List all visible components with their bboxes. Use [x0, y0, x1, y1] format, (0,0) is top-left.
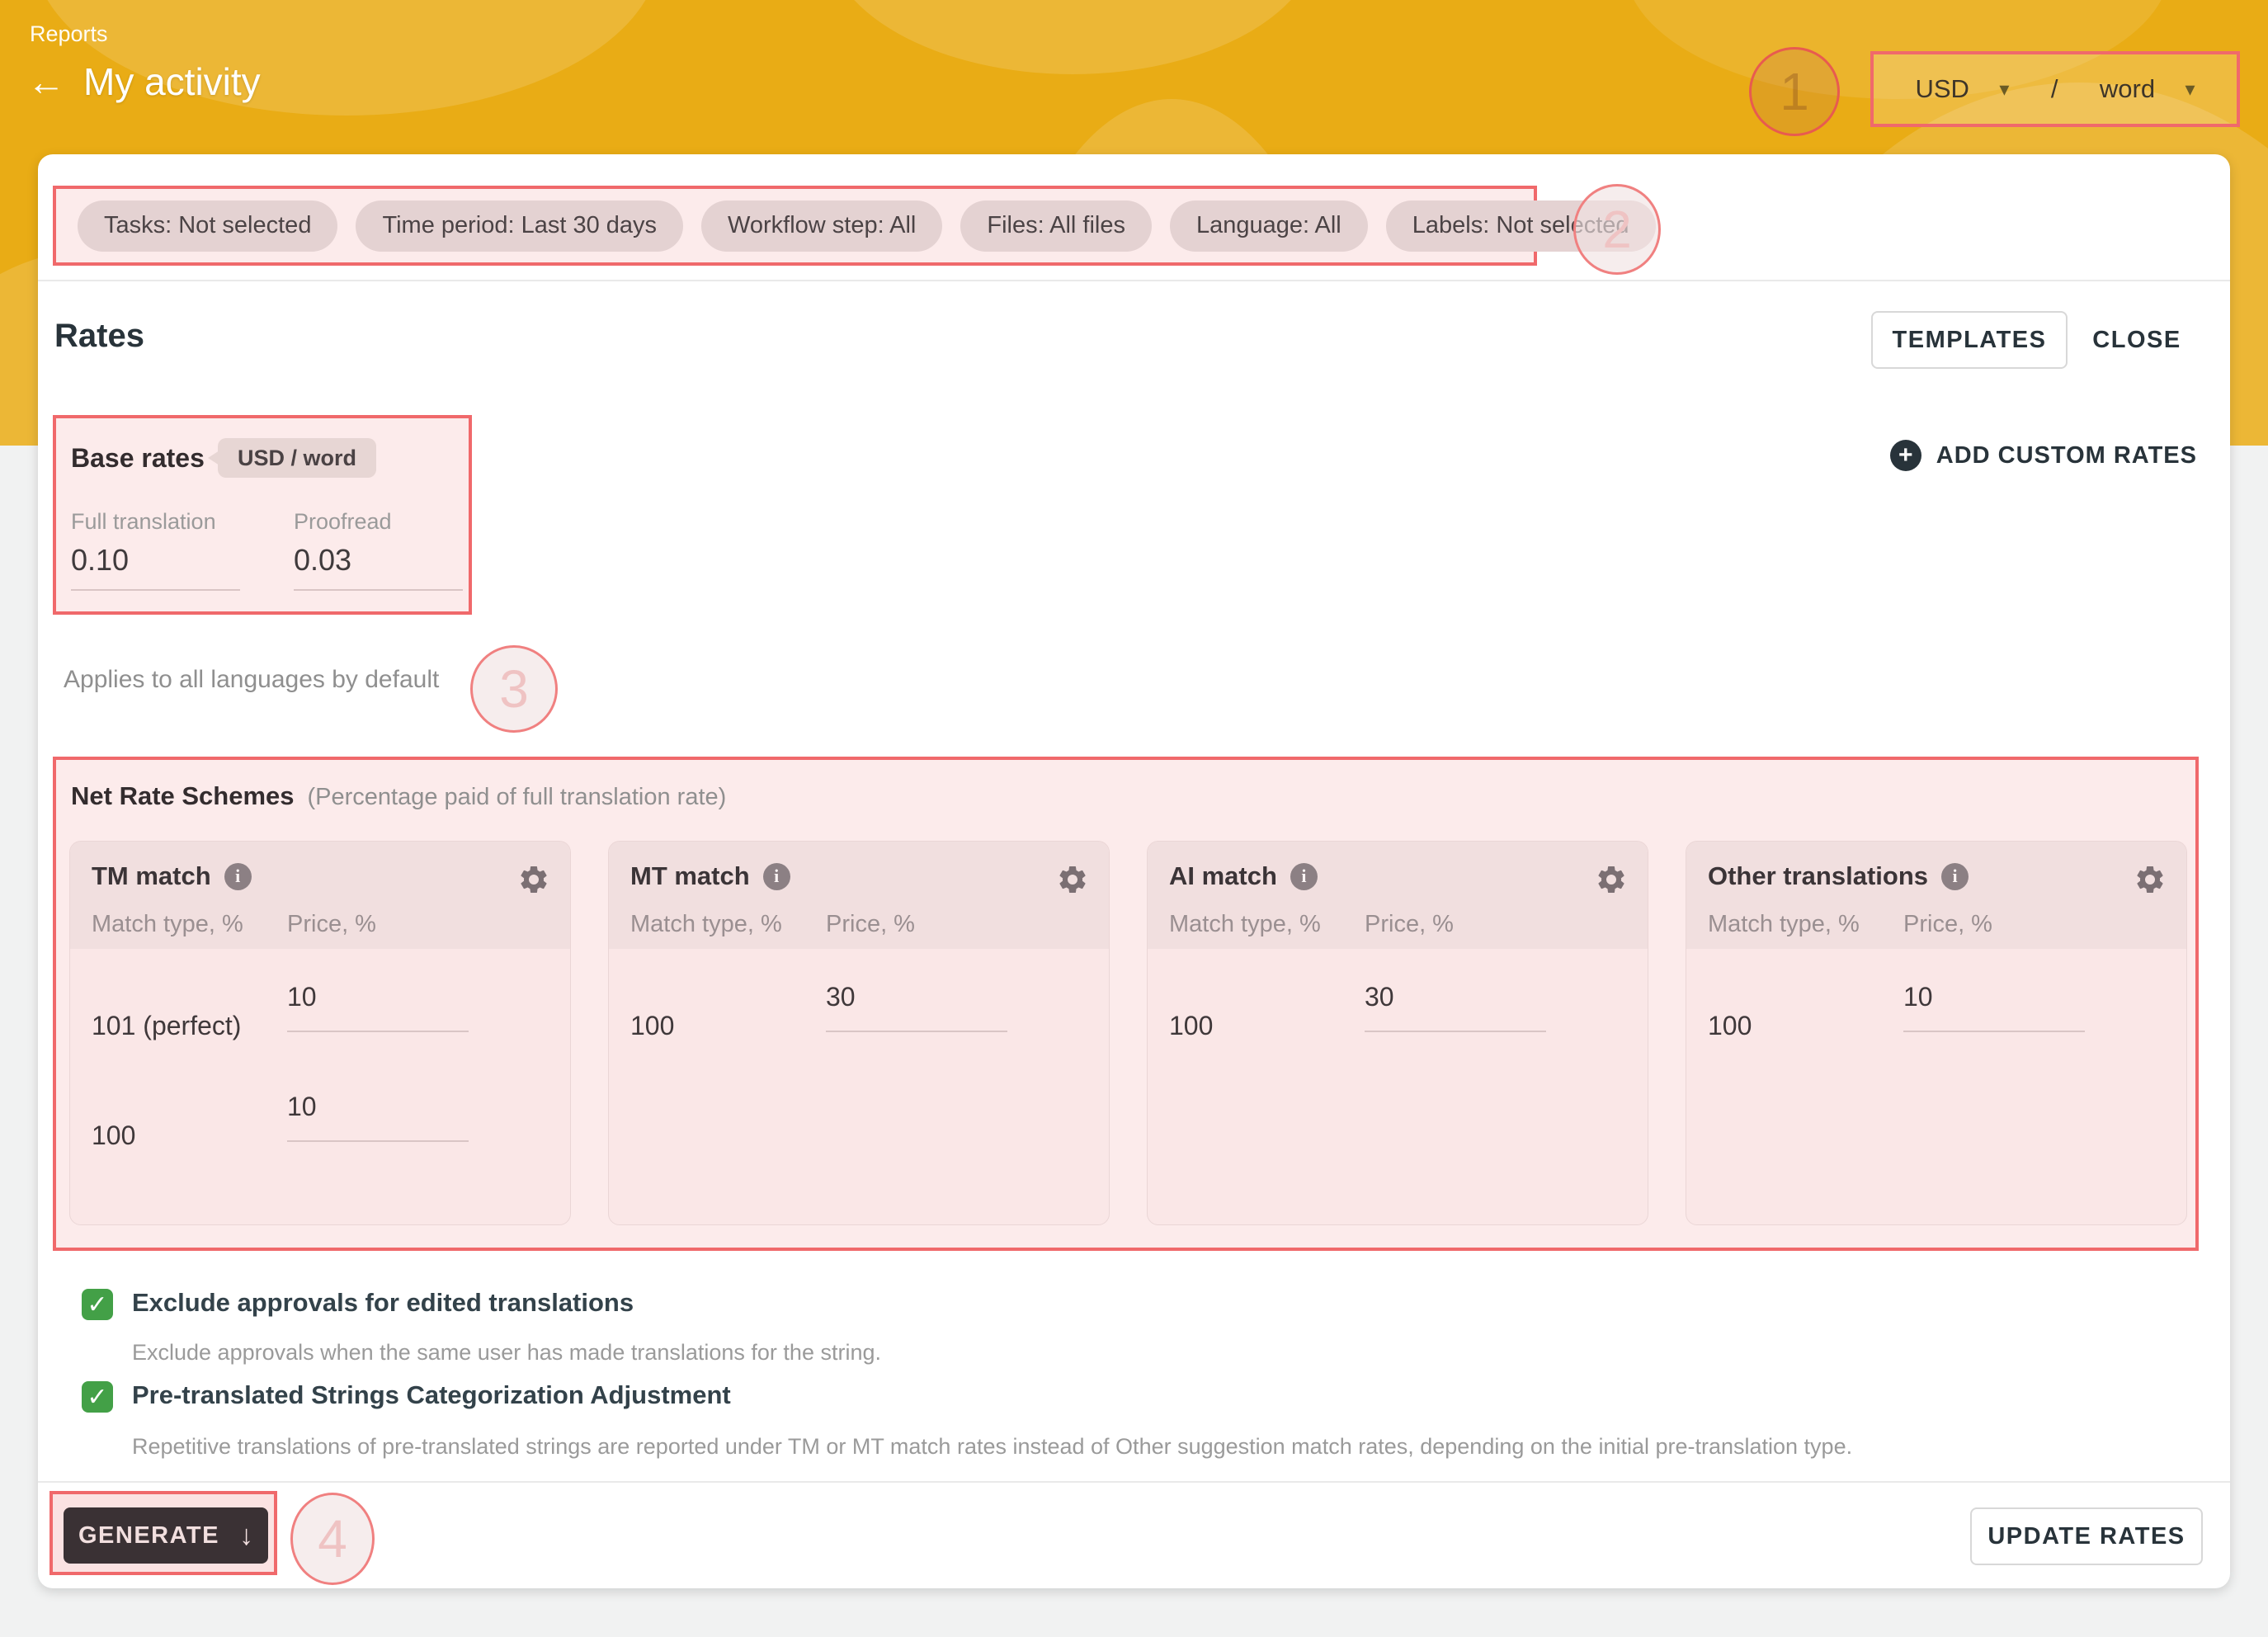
rate-card-title-row: TM match i — [92, 861, 252, 891]
column-header-price: Price, % — [287, 911, 376, 938]
rate-card-title: TM match — [92, 861, 211, 891]
column-header-price: Price, % — [1903, 911, 1992, 938]
annotation-circle-1: 1 — [1749, 47, 1840, 136]
full-translation-input[interactable] — [71, 543, 240, 591]
update-rates-button[interactable]: UPDATE RATES — [1970, 1507, 2203, 1565]
base-rates-unit-badge: USD / word — [218, 438, 376, 478]
column-header-match-type: Match type, % — [1708, 911, 1860, 938]
match-type-value: 100 — [92, 1120, 135, 1151]
rate-card-title-row: MT match i — [630, 861, 790, 891]
rate-card-mt-match: MT match i Match type, % Price, % 100 — [608, 841, 1110, 1225]
rate-card-other-translations: Other translations i Match type, % Price… — [1686, 841, 2187, 1225]
column-header-match-type: Match type, % — [1169, 911, 1321, 938]
full-translation-label: Full translation — [71, 509, 244, 535]
currency-unit-annotation-box: USD ▾ / word ▾ — [1870, 51, 2240, 127]
breadcrumb[interactable]: Reports — [30, 21, 108, 47]
column-header-price: Price, % — [826, 911, 915, 938]
close-button[interactable]: CLOSE — [2083, 311, 2190, 369]
exclude-approvals-label[interactable]: Exclude approvals for edited translation… — [132, 1288, 634, 1318]
gear-icon[interactable] — [1056, 863, 1089, 896]
page-title-row: ← My activity — [27, 59, 261, 104]
caret-down-icon[interactable]: ▾ — [2185, 78, 2195, 101]
generate-button[interactable]: GENERATE ↓ — [64, 1507, 268, 1564]
annotation-circle-2: 2 — [1573, 184, 1661, 275]
net-rate-schemes-subtitle: (Percentage paid of full translation rat… — [308, 784, 727, 811]
plus-icon: + — [1890, 440, 1921, 471]
unit-select[interactable]: word — [2100, 74, 2155, 104]
filter-chip-workflow-step[interactable]: Workflow step: All — [701, 200, 942, 252]
full-translation-field: Full translation — [71, 509, 244, 591]
generate-button-label: GENERATE — [78, 1522, 219, 1550]
page-title: My activity — [83, 59, 261, 104]
price-input[interactable] — [1365, 982, 1546, 1032]
match-type-value: 100 — [630, 1011, 674, 1041]
add-custom-rates-label: ADD CUSTOM RATES — [1936, 442, 2197, 469]
divider — [38, 1481, 2230, 1483]
rate-card-title-row: AI match i — [1169, 861, 1318, 891]
currency-unit-separator: / — [2051, 74, 2058, 104]
net-rate-schemes-annotation-box: Net Rate Schemes (Percentage paid of ful… — [53, 757, 2199, 1251]
filter-chip-language[interactable]: Language: All — [1170, 200, 1368, 252]
gear-icon[interactable] — [517, 863, 550, 896]
gear-icon[interactable] — [2134, 863, 2167, 896]
pretranslated-adjustment-description: Repetitive translations of pre-translate… — [132, 1434, 1852, 1460]
match-type-value: 101 (perfect) — [92, 1011, 241, 1041]
gear-icon[interactable] — [1595, 863, 1628, 896]
column-header-match-type: Match type, % — [92, 911, 243, 938]
filter-chip-tasks[interactable]: Tasks: Not selected — [78, 200, 337, 252]
rate-card-title: Other translations — [1708, 861, 1928, 891]
divider — [38, 280, 2230, 281]
templates-button[interactable]: TEMPLATES — [1871, 311, 2068, 369]
generate-annotation-box: GENERATE ↓ — [50, 1491, 277, 1575]
info-icon[interactable]: i — [1290, 863, 1318, 890]
add-custom-rates-button[interactable]: + ADD CUSTOM RATES — [1890, 440, 2197, 471]
back-arrow-icon[interactable]: ← — [27, 63, 65, 101]
info-icon[interactable]: i — [224, 863, 252, 890]
annotation-circle-3: 3 — [470, 645, 558, 733]
rates-heading: Rates — [54, 318, 144, 355]
proofread-input[interactable] — [294, 543, 463, 591]
proofread-label: Proofread — [294, 509, 467, 535]
rates-dialog-card: Tasks: Not selected Time period: Last 30… — [38, 154, 2230, 1588]
price-input[interactable] — [287, 1092, 469, 1142]
net-rate-schemes-title: Net Rate Schemes — [71, 781, 295, 811]
net-rate-cards: TM match i Match type, % Price, % 101 (p… — [69, 841, 2187, 1225]
rate-card-title: MT match — [630, 861, 750, 891]
exclude-approvals-description: Exclude approvals when the same user has… — [132, 1340, 881, 1366]
annotation-circle-4: 4 — [290, 1493, 375, 1585]
price-input[interactable] — [1903, 982, 2085, 1032]
filters-annotation-box: Tasks: Not selected Time period: Last 30… — [53, 186, 1537, 266]
match-type-value: 100 — [1708, 1011, 1752, 1041]
info-icon[interactable]: i — [1941, 863, 1969, 890]
filter-chip-time-period[interactable]: Time period: Last 30 days — [356, 200, 683, 252]
info-icon[interactable]: i — [763, 863, 790, 890]
rate-card-title-row: Other translations i — [1708, 861, 1969, 891]
rate-card-ai-match: AI match i Match type, % Price, % 100 — [1147, 841, 1648, 1225]
check-icon: ✓ — [87, 1290, 107, 1319]
net-rate-schemes-header: Net Rate Schemes (Percentage paid of ful… — [71, 781, 726, 811]
price-input[interactable] — [287, 982, 469, 1032]
rate-card-tm-match: TM match i Match type, % Price, % 101 (p… — [69, 841, 571, 1225]
caret-down-icon[interactable]: ▾ — [1999, 78, 2009, 101]
rate-card-title: AI match — [1169, 861, 1277, 891]
pretranslated-adjustment-label[interactable]: Pre-translated Strings Categorization Ad… — [132, 1380, 731, 1410]
download-arrow-icon: ↓ — [239, 1520, 253, 1552]
filter-chip-files[interactable]: Files: All files — [960, 200, 1152, 252]
proofread-field: Proofread — [294, 509, 467, 591]
exclude-approvals-checkbox[interactable]: ✓ — [82, 1289, 113, 1320]
column-header-match-type: Match type, % — [630, 911, 782, 938]
base-rates-annotation-box: Base rates USD / word Full translation P… — [53, 415, 472, 615]
price-input[interactable] — [826, 982, 1007, 1032]
applies-note: Applies to all languages by default — [64, 666, 439, 694]
check-icon: ✓ — [87, 1383, 107, 1412]
column-header-price: Price, % — [1365, 911, 1454, 938]
currency-select[interactable]: USD — [1915, 74, 1969, 104]
match-type-value: 100 — [1169, 1011, 1213, 1041]
base-rates-title: Base rates — [71, 443, 205, 474]
pretranslated-adjustment-checkbox[interactable]: ✓ — [82, 1381, 113, 1413]
